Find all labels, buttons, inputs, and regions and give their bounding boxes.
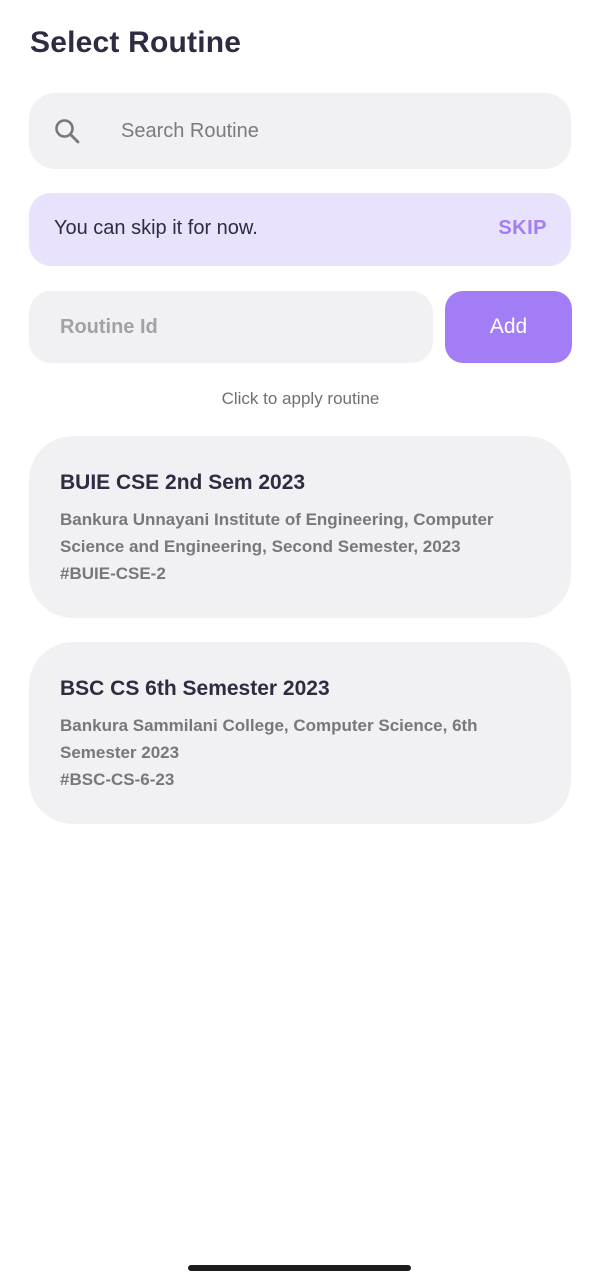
skip-button[interactable]: SKIP [498,217,547,240]
routine-description: Bankura Unnayani Institute of Engineerin… [60,510,494,556]
routine-card[interactable]: BSC CS 6th Semester 2023 Bankura Sammila… [29,642,571,824]
routine-code: #BSC-CS-6-23 [60,770,175,789]
apply-routine-hint: Click to apply routine [221,389,380,408]
search-bar[interactable] [29,93,571,169]
routine-code: #BUIE-CSE-2 [60,564,166,583]
routine-title: BUIE CSE 2nd Sem 2023 [60,471,306,494]
skip-message: You can skip it for now. [54,217,258,239]
routine-title: BSC CS 6th Semester 2023 [60,677,330,700]
routine-id-field[interactable] [29,291,433,363]
routine-card[interactable]: BUIE CSE 2nd Sem 2023 Bankura Unnayani I… [29,436,571,618]
add-button[interactable]: Add [445,291,572,363]
home-indicator[interactable] [188,1265,411,1271]
routine-id-input[interactable] [60,291,420,363]
skip-banner: You can skip it for now. SKIP [29,193,571,266]
search-icon [53,117,81,145]
routine-description: Bankura Sammilani College, Computer Scie… [60,716,478,762]
search-input[interactable] [121,93,561,169]
page-title: Select Routine [30,26,242,59]
